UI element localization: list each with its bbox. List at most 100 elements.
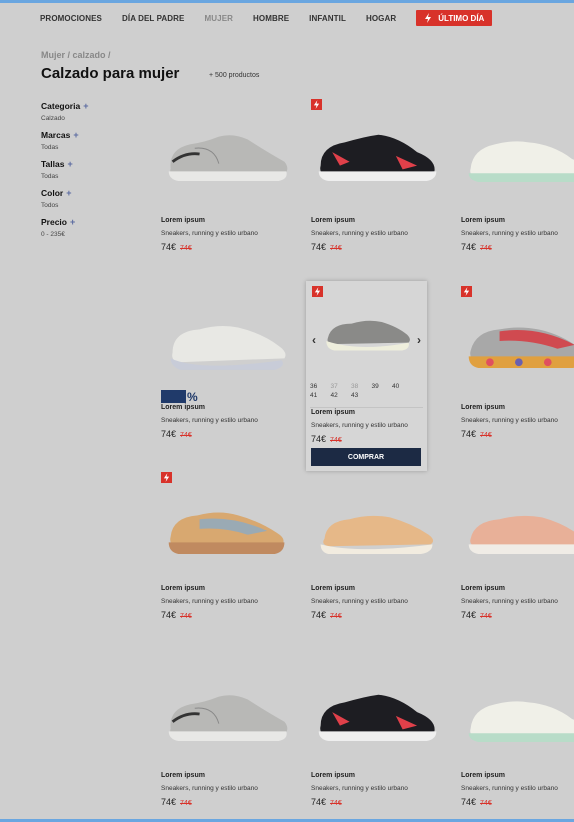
product-image[interactable] [320,299,415,364]
product-name[interactable]: Lorem ipsum [311,409,355,416]
flash-sale-icon [312,286,323,297]
filter-value: 0 - 235€ [41,231,65,238]
plus-icon[interactable]: + [83,101,88,111]
product-image[interactable] [311,114,446,194]
discount-badge: % [161,390,198,404]
current-price: 74€ [161,797,177,807]
product-name[interactable]: Lorem ipsum [311,585,355,592]
product-image[interactable] [461,114,574,194]
filter-color[interactable]: Color + Todos [41,188,141,209]
size-option[interactable]: 42 [331,392,352,399]
current-price: 74€ [311,610,327,620]
product-name[interactable]: Lorem ipsum [461,585,505,592]
product-name[interactable]: Lorem ipsum [161,217,205,224]
buy-button[interactable]: COMPRAR [311,448,421,466]
chevron-left-icon[interactable]: ‹ [312,333,316,347]
current-price: 74€ [461,610,477,620]
product-description: Sneakers, running y estilo urbano [311,598,408,605]
product-image[interactable] [161,487,296,567]
plus-icon[interactable]: + [73,130,78,140]
product-name[interactable]: Lorem ipsum [161,585,205,592]
product-description: Sneakers, running y estilo urbano [461,417,558,424]
product-price: 74€ 74€ [461,610,492,620]
old-price: 74€ [480,245,492,252]
product-name[interactable]: Lorem ipsum [461,217,505,224]
nav-item-mujer[interactable]: MUJER [205,14,234,23]
product-name[interactable]: Lorem ipsum [311,772,355,779]
product-card[interactable]: Lorem ipsum Sneakers, running y estilo u… [461,659,574,819]
size-option-unavailable: 37 [330,383,338,390]
product-price: 74€ 74€ [461,797,492,807]
product-card[interactable]: Lorem ipsum Sneakers, running y estilo u… [461,286,574,446]
filter-label: Color [41,188,64,198]
filter-label: Tallas [41,159,65,169]
current-price: 74€ [461,242,477,252]
product-price: 74€ 74€ [311,242,342,252]
chevron-right-icon[interactable]: › [417,333,421,347]
current-price: 74€ [311,434,327,444]
discount-highlight [161,390,186,403]
product-card[interactable]: Lorem ipsum Sneakers, running y estilo u… [311,659,451,819]
nav-item-dia-del-padre[interactable]: DÍA DEL PADRE [122,14,185,23]
promo-label: ÚLTIMO DÍA [438,13,485,23]
filter-marcas[interactable]: Marcas + Todas [41,130,141,151]
lightning-icon [425,13,432,23]
product-card[interactable]: Lorem ipsum Sneakers, running y estilo u… [311,472,451,632]
top-navigation: PROMOCIONES DÍA DEL PADRE MUJER HOMBRE I… [40,9,574,27]
filter-tallas[interactable]: Tallas + Todas [41,159,141,180]
product-image[interactable] [161,674,296,754]
product-image[interactable] [461,487,574,567]
product-name[interactable]: Lorem ipsum [461,772,505,779]
current-price: 74€ [311,242,327,252]
plus-icon[interactable]: + [67,159,72,169]
size-option[interactable]: 40 [392,383,413,390]
product-description: Sneakers, running y estilo urbano [161,230,258,237]
product-card[interactable]: Lorem ipsum Sneakers, running y estilo u… [161,472,301,632]
current-price: 74€ [161,610,177,620]
nav-item-ultimo-dia[interactable]: ÚLTIMO DÍA [416,10,493,26]
product-card[interactable]: Lorem ipsum Sneakers, running y estilo u… [311,99,451,259]
size-option[interactable]: 43 [351,392,372,399]
product-image[interactable] [161,114,296,194]
old-price: 74€ [480,432,492,439]
product-price: 74€ 74€ [161,797,192,807]
product-card[interactable]: Lorem ipsum Sneakers, running y estilo u… [161,659,301,819]
product-price: 74€ 74€ [311,797,342,807]
product-image[interactable] [461,301,574,381]
nav-item-hombre[interactable]: HOMBRE [253,14,289,23]
product-price: 74€ 74€ [311,434,342,444]
filter-categoria[interactable]: Categoria + Calzado [41,101,141,122]
size-option[interactable]: 36 [310,383,331,390]
filter-precio[interactable]: Precio + 0 - 235€ [41,217,141,238]
nav-item-hogar[interactable]: HOGAR [366,14,396,23]
filter-label: Marcas [41,130,71,140]
product-name[interactable]: Lorem ipsum [311,217,355,224]
product-card[interactable]: Lorem ipsum Sneakers, running y estilo u… [461,472,574,632]
filter-value: Calzado [41,115,65,122]
current-price: 74€ [161,429,177,439]
plus-icon[interactable]: + [66,188,71,198]
size-list: 36 37 38 39 40 41 42 43 [310,383,425,399]
product-name[interactable]: Lorem ipsum [461,404,505,411]
product-image[interactable] [461,674,574,754]
nav-item-infantil[interactable]: INFANTIL [309,14,346,23]
product-image[interactable] [311,674,446,754]
product-image[interactable] [161,301,296,381]
product-card[interactable]: Lorem ipsum Sneakers, running y estilo u… [461,99,574,259]
product-card[interactable]: Lorem ipsum Sneakers, running y estilo u… [161,99,301,259]
size-option[interactable]: 41 [310,392,331,399]
size-option[interactable]: 39 [372,383,393,390]
old-price: 74€ [180,432,192,439]
product-name[interactable]: Lorem ipsum [161,404,205,411]
breadcrumb[interactable]: Mujer / calzado / [41,50,111,60]
product-description: Sneakers, running y estilo urbano [311,230,408,237]
plus-icon[interactable]: + [70,217,75,227]
product-card[interactable]: Lorem ipsum Sneakers, running y estilo u… [161,286,301,446]
product-price: 74€ 74€ [161,610,192,620]
product-card-hovered[interactable]: ‹ › 36 37 38 39 40 41 42 43 Lorem ipsum … [306,281,427,471]
product-image[interactable] [311,487,446,567]
product-name[interactable]: Lorem ipsum [161,772,205,779]
product-description: Sneakers, running y estilo urbano [311,785,408,792]
nav-item-promociones[interactable]: PROMOCIONES [40,14,102,23]
page-title: Calzado para mujer [41,65,180,82]
